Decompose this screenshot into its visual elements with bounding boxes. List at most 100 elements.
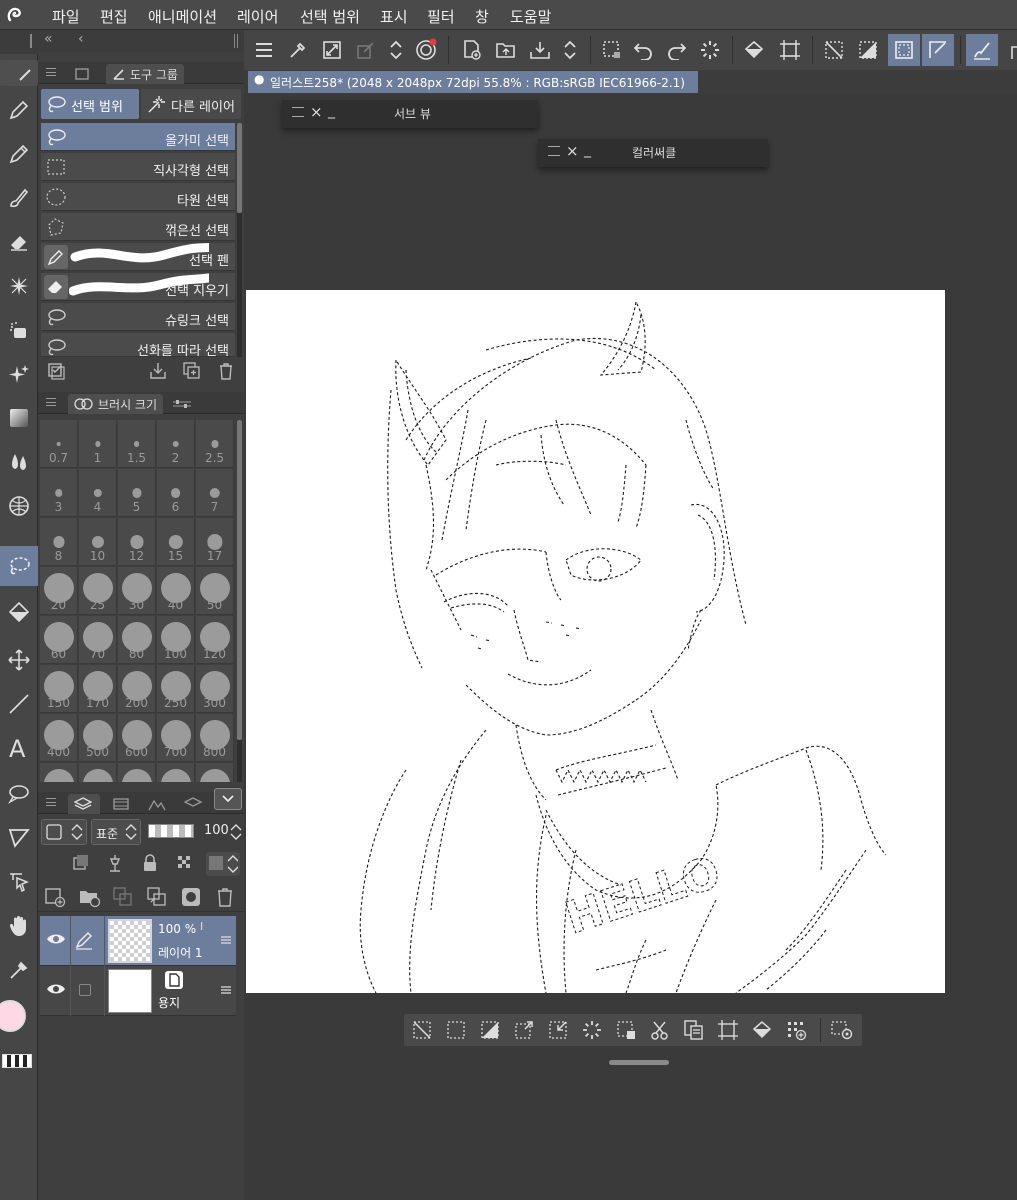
cut-icon[interactable] — [646, 1017, 674, 1043]
selection-stamp-icon[interactable] — [612, 1017, 640, 1043]
duplicate-icon[interactable] — [182, 361, 202, 381]
subtool-selection-pen[interactable]: 선택 펜 — [41, 243, 235, 271]
copy-paste-icon[interactable] — [680, 1017, 708, 1043]
move-tool-icon[interactable] — [0, 640, 38, 680]
transparent-color-swatch[interactable] — [2, 1054, 32, 1068]
select-all-icon[interactable] — [442, 1017, 470, 1043]
brush-size-cell[interactable]: 8 — [40, 518, 78, 566]
brush-size-cell[interactable] — [196, 763, 234, 782]
selection-icon[interactable] — [596, 34, 628, 66]
tab-selection[interactable]: 선택 범위 — [41, 89, 139, 119]
eraser-tool-icon[interactable] — [0, 222, 38, 262]
deselect-icon[interactable] — [408, 1017, 436, 1043]
new-layer-from-selection-icon[interactable] — [782, 1017, 810, 1043]
more-toolbar-icon[interactable] — [1000, 34, 1017, 66]
brush-size-cell[interactable]: 25 — [79, 567, 117, 615]
tab-navigator[interactable] — [142, 794, 174, 814]
brush-size-cell[interactable] — [40, 763, 78, 782]
brush-size-cell[interactable]: 800 — [196, 714, 234, 762]
collapse-icon[interactable]: « — [44, 31, 53, 47]
panel-menu-icon[interactable] — [548, 146, 560, 156]
mask-toggle[interactable] — [206, 852, 240, 876]
brush-size-scrollbar[interactable] — [237, 420, 242, 782]
reference-layer-icon[interactable] — [106, 854, 124, 872]
undo-icon[interactable] — [628, 34, 660, 66]
selection-launcher-icon[interactable] — [922, 34, 954, 66]
airbrush-tool-icon[interactable] — [0, 310, 38, 350]
shrink-selection-icon[interactable] — [544, 1017, 572, 1043]
brush-size-cell[interactable]: 15 — [157, 518, 195, 566]
decoration-sparkle-icon[interactable] — [0, 354, 38, 394]
minimize-icon[interactable]: _ — [584, 142, 591, 158]
menu-view[interactable]: 표시 — [380, 6, 408, 27]
selection-settings-icon[interactable] — [828, 1017, 856, 1043]
subtool-follow-line[interactable]: 선화를 따라 선택 — [41, 333, 235, 357]
import-icon[interactable] — [148, 361, 168, 381]
up-down-arrows-icon[interactable] — [230, 822, 242, 842]
panel-menu-icon[interactable] — [46, 68, 56, 76]
panel-dropdown-button[interactable] — [214, 788, 242, 810]
menu-selection[interactable]: 선택 범위 — [300, 6, 360, 27]
brush-size-cell[interactable]: 250 — [157, 665, 195, 713]
brush-size-cell[interactable]: 100 — [157, 616, 195, 664]
border-selection-icon[interactable] — [578, 1017, 606, 1043]
brush-size-cell[interactable]: 20 — [40, 567, 78, 615]
menu-layer[interactable]: 레이어 — [237, 6, 278, 27]
brush-size-cell[interactable]: 150 — [40, 665, 78, 713]
brush-edit-icon[interactable] — [966, 34, 998, 66]
new-file-icon[interactable] — [456, 34, 488, 66]
object-select-tool-icon[interactable] — [0, 862, 38, 902]
brush-size-cell[interactable]: 40 — [157, 567, 195, 615]
panel-menu-icon[interactable] — [46, 398, 56, 406]
layer-row[interactable]: 100 % I 레이어 1 — [40, 916, 236, 966]
gradient-tool-icon[interactable] — [0, 398, 38, 438]
blend-tool-icon[interactable] — [0, 442, 38, 482]
tab-other-layer[interactable]: 다른 레이어 — [141, 89, 241, 119]
new-raster-layer-icon[interactable] — [44, 886, 66, 908]
brush-size-cell[interactable]: 5 — [118, 469, 156, 517]
brush-tab-icon[interactable] — [18, 66, 34, 82]
merge-down-icon[interactable] — [146, 886, 168, 908]
app-logo-icon[interactable] — [4, 4, 26, 26]
pencil-tool-icon[interactable] — [0, 134, 38, 174]
hand-tool-icon[interactable] — [0, 906, 38, 946]
panel-menu-icon[interactable] — [46, 798, 56, 806]
chevron-left-icon[interactable]: ‹ — [78, 31, 84, 47]
brush-size-cell[interactable]: 7 — [196, 469, 234, 517]
deselect-icon[interactable] — [818, 34, 850, 66]
subtool-settings-icon[interactable] — [46, 361, 66, 381]
lasso-selection-tool-icon[interactable] — [0, 546, 38, 586]
subtool-tab-icon[interactable] — [68, 64, 102, 84]
brush-size-cell[interactable] — [118, 763, 156, 782]
up-down-arrows-2-icon[interactable] — [554, 34, 586, 66]
layer-row[interactable]: 용지 — [40, 966, 236, 1016]
close-icon[interactable]: × — [310, 103, 323, 121]
brush-size-cell[interactable]: 170 — [79, 665, 117, 713]
pen-tool-icon[interactable] — [0, 90, 38, 130]
brush-size-cell[interactable]: 0.7 — [40, 420, 78, 468]
document-tab[interactable]: ● 일러스트258* (2048 x 2048px 72dpi 55.8% : … — [248, 71, 698, 93]
opacity-value[interactable]: 100 — [204, 823, 229, 838]
bottom-handle[interactable] — [609, 1060, 669, 1065]
brush-size-cell[interactable]: 120 — [196, 616, 234, 664]
invert-selection-icon[interactable] — [476, 1017, 504, 1043]
opacity-slider[interactable] — [148, 824, 194, 838]
brush-size-cell[interactable] — [157, 763, 195, 782]
hamburger-menu-icon[interactable] — [248, 34, 280, 66]
fit-canvas-icon[interactable] — [316, 34, 348, 66]
blend-mode-clip-select[interactable] — [41, 819, 87, 845]
text-tool-icon[interactable]: A — [0, 728, 38, 768]
up-down-arrows-icon[interactable] — [380, 34, 412, 66]
menu-animation[interactable]: 애니메이션 — [148, 6, 217, 27]
menu-file[interactable]: 파일 — [52, 6, 80, 27]
brush-size-cell[interactable]: 1.5 — [118, 420, 156, 468]
expand-selection-icon[interactable] — [510, 1017, 538, 1043]
drag-handle-icon[interactable] — [220, 984, 232, 996]
fill-tool-icon[interactable] — [0, 592, 38, 632]
ruler-tool-icon[interactable] — [0, 818, 38, 858]
menu-window[interactable]: 창 — [475, 6, 489, 27]
subtool-shrink[interactable]: 슈링크 선택 — [41, 303, 235, 331]
tab-layer-property[interactable] — [106, 794, 138, 814]
brush-size-cell[interactable]: 80 — [118, 616, 156, 664]
balloon-tool-icon[interactable] — [0, 774, 38, 814]
